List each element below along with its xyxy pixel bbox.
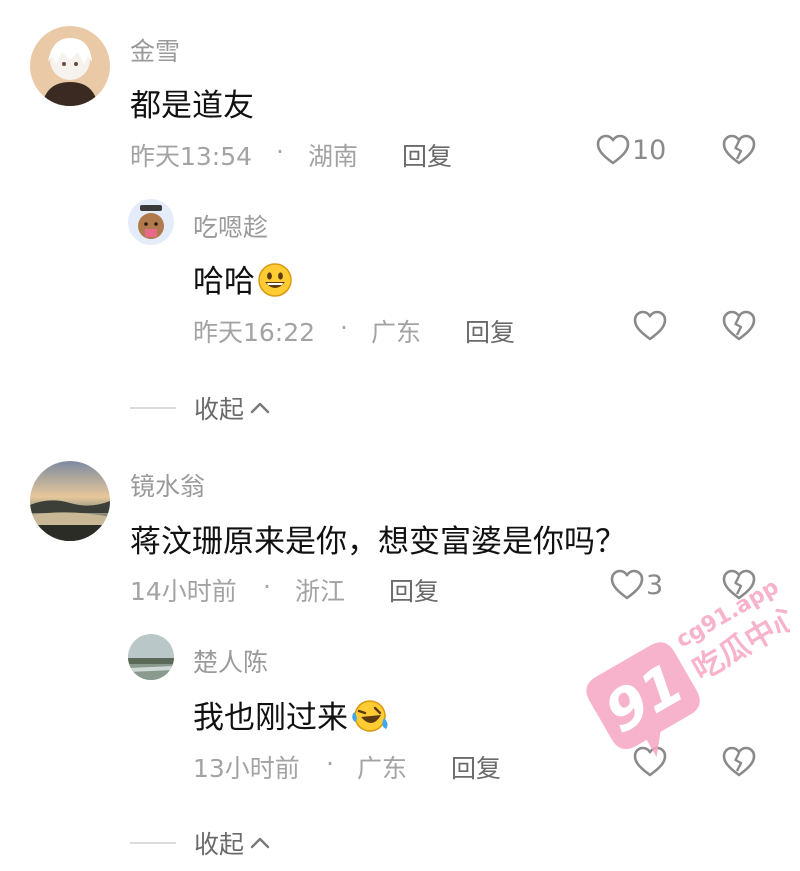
reply-time: 13小时前 xyxy=(193,754,300,783)
reply-location: 广东 xyxy=(357,754,408,783)
reply-location: 广东 xyxy=(371,318,422,347)
broken-heart-icon xyxy=(722,134,756,165)
avatar[interactable] xyxy=(128,199,174,245)
avatar[interactable] xyxy=(128,634,174,680)
broken-heart-icon xyxy=(722,310,756,341)
dislike-button[interactable] xyxy=(722,134,756,170)
collapse-label: 收起 xyxy=(194,830,245,859)
comment-location: 湖南 xyxy=(308,142,359,171)
comment-time: 14小时前 xyxy=(130,577,237,606)
chevron-up-icon xyxy=(250,402,270,414)
avatar[interactable] xyxy=(30,461,110,541)
username[interactable]: 金雪 xyxy=(130,32,180,68)
reply-text-content: 我也刚过来 xyxy=(193,700,348,736)
comment-text: 都是道友 xyxy=(130,88,254,124)
collapse-replies-button[interactable]: 收起 xyxy=(130,825,270,861)
reply-time: 昨天16:22 xyxy=(193,318,316,347)
reply-button[interactable]: 回复 xyxy=(451,749,501,785)
collapse-replies-button[interactable]: 收起 xyxy=(130,390,270,426)
like-count: 10 xyxy=(632,134,667,166)
divider-line xyxy=(130,407,176,409)
collapse-label: 收起 xyxy=(194,395,245,424)
reply-text-content: 哈哈 xyxy=(193,264,255,300)
laughing-tears-emoji-icon xyxy=(350,698,390,742)
comment-location: 浙江 xyxy=(295,577,346,606)
reply-button[interactable]: 回复 xyxy=(402,137,452,173)
heart-outline-icon xyxy=(596,134,630,165)
comment-time: 昨天13:54 xyxy=(130,142,253,171)
like-button[interactable] xyxy=(633,310,669,342)
dislike-button[interactable] xyxy=(722,310,756,346)
watermark-logo: 91 cg91.app 吃瓜中心 xyxy=(560,575,800,775)
divider-line xyxy=(130,842,176,844)
separator-dot: · xyxy=(340,313,348,342)
separator-dot: · xyxy=(326,749,334,778)
separator-dot: · xyxy=(276,137,284,166)
like-button[interactable]: 10 xyxy=(596,134,666,166)
comment-text: 蒋汶珊原来是你，想变富婆是你吗？ xyxy=(130,524,626,560)
avatar[interactable] xyxy=(30,26,110,106)
separator-dot: · xyxy=(263,572,271,601)
username[interactable]: 镜水翁 xyxy=(130,467,205,503)
reply-text: 我也刚过来 xyxy=(193,692,390,742)
heart-outline-icon xyxy=(633,310,667,341)
reply-button[interactable]: 回复 xyxy=(465,313,515,349)
chevron-up-icon xyxy=(250,837,270,849)
username[interactable]: 吃嗯趁 xyxy=(193,208,268,244)
smiley-emoji-icon xyxy=(257,262,293,306)
reply-text: 哈哈 xyxy=(193,256,293,306)
username[interactable]: 楚人陈 xyxy=(193,643,268,679)
reply-button[interactable]: 回复 xyxy=(389,572,439,608)
